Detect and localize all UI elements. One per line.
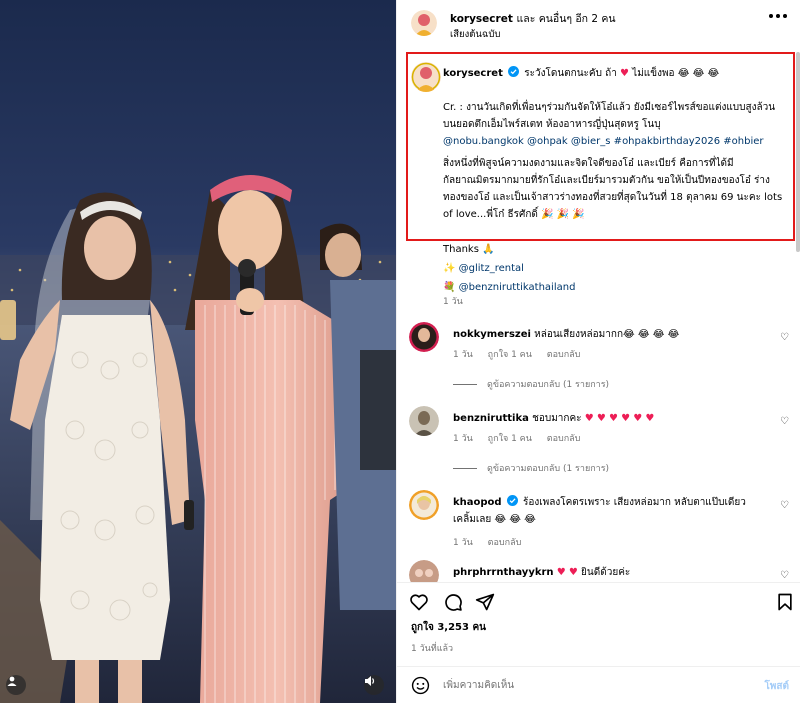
like-comment-icon[interactable]: ♡: [780, 416, 789, 427]
comments-scroll[interactable]: korysecret ระวังโดนตกนะคับ ถ้า ♥ ไม่แข็ง…: [397, 50, 795, 582]
caption-para2: Cr. : งานวันเกิดที่เพื่อนๆร่วมกันจัดให้โ…: [443, 99, 783, 150]
comment-likes[interactable]: ถูกใจ 1 คน: [488, 434, 532, 444]
comment-time: 1 วัน: [453, 350, 473, 360]
caption-line1-suffix: ไม่แข็งพอ: [632, 68, 675, 79]
comment-body: ยินดีด้วยค่ะ: [581, 567, 631, 578]
view-replies-button[interactable]: ดูข้อความตอบกลับ (1 รายการ): [453, 461, 609, 475]
caption-body-text: Cr. : งานวันเกิดที่เพื่อนๆร่วมกันจัดให้โ…: [443, 102, 776, 130]
comment-username[interactable]: khaopod: [453, 497, 502, 508]
post-detail-panel: korysecret และ คนอื่นๆ อีก 2 คน เสียงต้น…: [396, 0, 800, 703]
comment-text: phrphrrnthayykrn ♥ ♥ ยินดีด้วยค่ะ: [453, 564, 763, 581]
action-bar: [397, 582, 800, 616]
reply-button[interactable]: ตอบกลับ: [547, 350, 581, 360]
commenter-avatar[interactable]: [409, 560, 439, 582]
caption-tags[interactable]: @nobu.bangkok @ohpak @bier_s #ohpakbirth…: [443, 136, 764, 147]
post-header: korysecret และ คนอื่นๆ อีก 2 คน เสียงต้น…: [397, 0, 800, 48]
laugh-emoji: 😂 😂 😂: [677, 68, 720, 79]
party-emoji: 🎉 🎉 🎉: [541, 209, 585, 220]
caption-credits: Thanks 🙏 ✨ @glitz_rental 💐 @benzniruttik…: [443, 240, 783, 297]
comment-time: 1 วัน: [453, 434, 473, 444]
save-bookmark-icon[interactable]: [775, 592, 795, 612]
comment-meta: 1 วัน ตอบกลับ: [453, 535, 533, 549]
speaker-icon: [365, 676, 375, 686]
audio-label[interactable]: เสียงต้นฉบับ: [450, 27, 500, 42]
comment-meta: 1 วัน ถูกใจ 1 คน ตอบกลับ: [453, 431, 592, 445]
caption-time: 1 วัน: [443, 297, 463, 307]
comment-text: benzniruttika ชอบมากคะ ♥ ♥ ♥ ♥ ♥ ♥: [453, 410, 763, 427]
user-icon: [7, 676, 17, 686]
post-time[interactable]: 1 วันที่แล้ว: [411, 641, 453, 655]
caption-line1: ระวังโดนตกนะคับ ถ้า: [524, 68, 617, 79]
credit-link-2[interactable]: @benzniruttikathailand: [459, 282, 576, 293]
verified-badge-icon: [508, 66, 520, 77]
view-replies-button[interactable]: ดูข้อความตอบกลับ (1 รายการ): [453, 377, 609, 391]
mute-toggle-button[interactable]: [364, 675, 384, 695]
comment-likes[interactable]: ถูกใจ 1 คน: [488, 350, 532, 360]
commenter-avatar[interactable]: [409, 490, 439, 520]
reply-button[interactable]: ตอบกลับ: [488, 538, 522, 548]
commenter-avatar[interactable]: [409, 322, 439, 352]
like-comment-icon[interactable]: ♡: [780, 332, 789, 343]
post-media[interactable]: [0, 0, 396, 703]
credit-link-1[interactable]: @glitz_rental: [459, 263, 524, 274]
share-send-icon[interactable]: [475, 592, 495, 612]
reply-button[interactable]: ตอบกลับ: [547, 434, 581, 444]
comment-bubble-icon[interactable]: [443, 592, 463, 612]
collaborators-text[interactable]: และ คนอื่นๆ อีก 2 คน: [517, 13, 616, 25]
post-comment-button[interactable]: โพสต์: [764, 679, 789, 694]
comment-composer: โพสต์: [397, 666, 800, 703]
heart-emojis: ♥ ♥: [556, 567, 578, 578]
post-author-line: korysecret และ คนอื่นๆ อีก 2 คน: [450, 10, 616, 27]
caption-text: korysecret ระวังโดนตกนะคับ ถ้า ♥ ไม่แข็ง…: [443, 65, 783, 82]
emoji-picker-icon[interactable]: [411, 676, 430, 695]
caption-body-text-2: สิ่งหนึ่งที่พิสูจน์ความงดงามและจิตใจดีขอ…: [443, 158, 783, 220]
more-options-icon[interactable]: [769, 14, 787, 20]
like-comment-icon[interactable]: ♡: [780, 570, 789, 581]
verified-badge-icon: [506, 495, 518, 506]
tagged-user-button[interactable]: [6, 675, 26, 695]
party-photo: [0, 0, 396, 703]
sparkle-emoji: ✨: [443, 263, 456, 274]
caption-para3: สิ่งหนึ่งที่พิสูจน์ความงดงามและจิตใจดีขอ…: [443, 155, 783, 223]
caption-avatar[interactable]: [411, 62, 441, 92]
comment-meta: 1 วัน ถูกใจ 1 คน ตอบกลับ: [453, 347, 592, 361]
comment-username[interactable]: nokkymerszei: [453, 329, 531, 340]
comment-text: nokkymerszei หล่อนเสียงหล่อมากก😂 😂 😂 😂: [453, 326, 763, 343]
author-username[interactable]: korysecret: [450, 13, 513, 25]
comment-body: ชอบมากคะ: [532, 413, 582, 424]
comment-username[interactable]: phrphrrnthayykrn: [453, 567, 554, 578]
caption-username[interactable]: korysecret: [443, 68, 503, 79]
comment-body: หล่อนเสียงหล่อมากก😂 😂 😂 😂: [534, 329, 680, 340]
likes-count[interactable]: ถูกใจ 3,253 คน: [411, 620, 486, 635]
thanks-text: Thanks: [443, 244, 479, 255]
comment-username[interactable]: benzniruttika: [453, 413, 529, 424]
view-replies-label: ดูข้อความตอบกลับ (1 รายการ): [487, 464, 610, 474]
bouquet-emoji: 💐: [443, 282, 456, 293]
comment-time: 1 วัน: [453, 538, 473, 548]
scrollbar[interactable]: [796, 52, 800, 252]
pray-emoji: 🙏: [482, 244, 495, 255]
author-avatar[interactable]: [411, 10, 437, 36]
heart-emoji: ♥: [620, 68, 629, 79]
commenter-avatar[interactable]: [409, 406, 439, 436]
like-comment-icon[interactable]: ♡: [780, 500, 789, 511]
comment-text: khaopod ร้องเพลงโคตรเพราะ เสียงหล่อมาก ห…: [453, 494, 763, 528]
view-replies-label: ดูข้อความตอบกลับ (1 รายการ): [487, 380, 610, 390]
heart-emojis: ♥ ♥ ♥ ♥ ♥ ♥: [584, 413, 655, 424]
comment-input[interactable]: [443, 675, 743, 695]
like-heart-icon[interactable]: [409, 592, 429, 612]
